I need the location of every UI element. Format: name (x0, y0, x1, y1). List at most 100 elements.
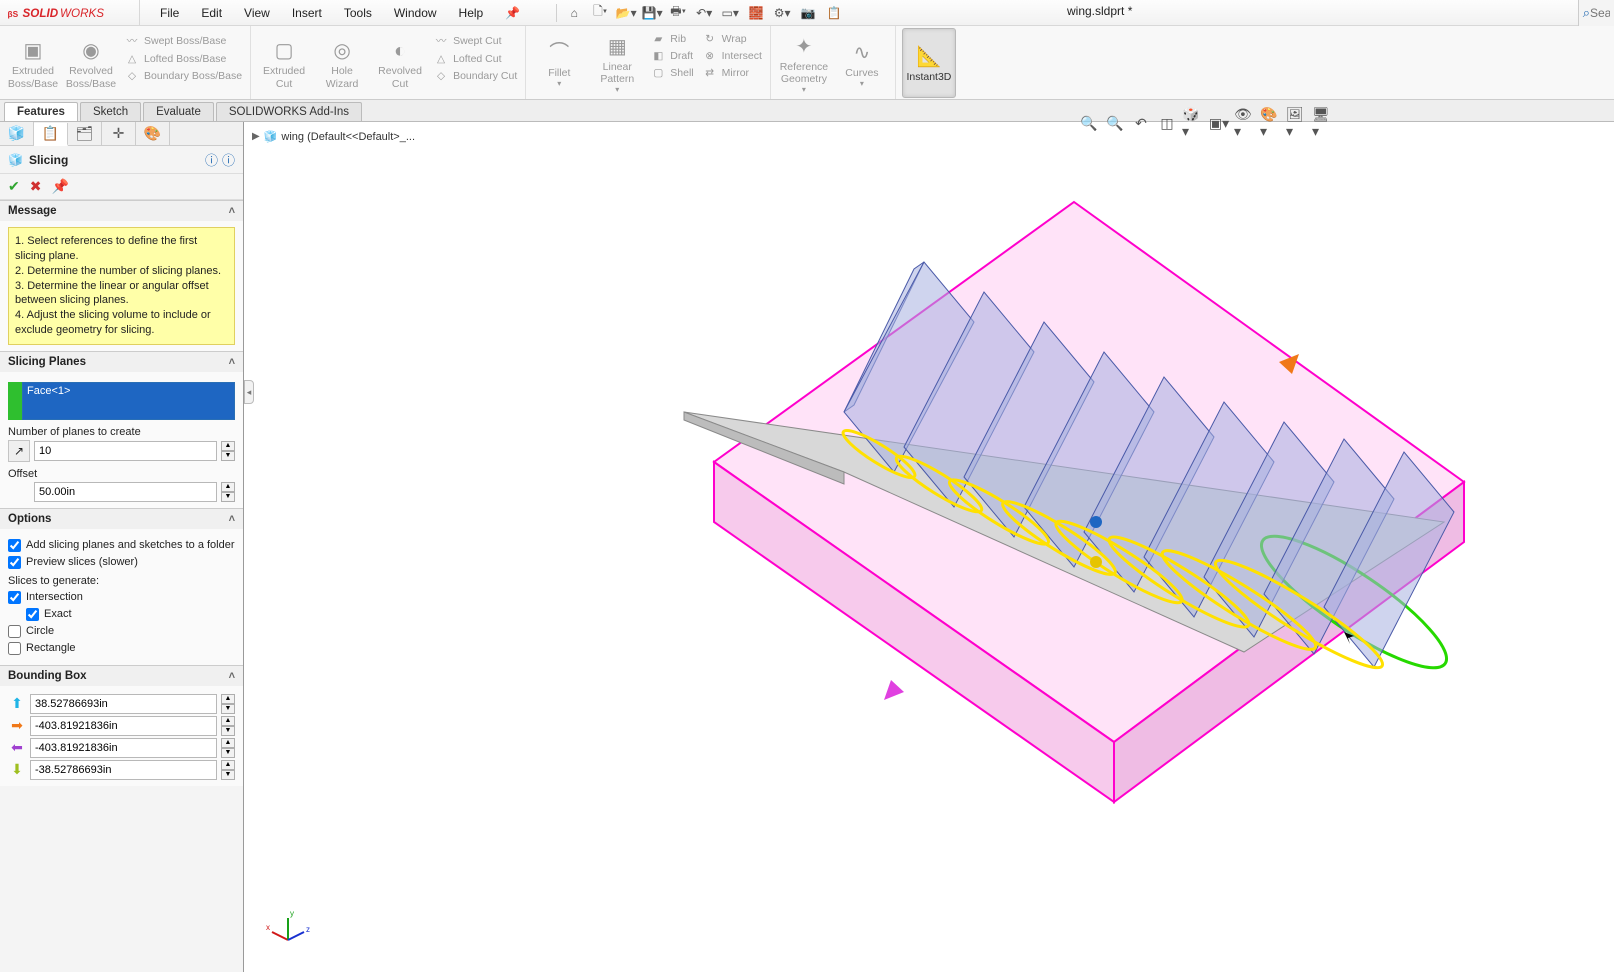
save-icon[interactable]: 💾▾ (641, 2, 663, 24)
zoom-area-icon[interactable]: 🔍 (1104, 112, 1126, 134)
chevron-up-icon[interactable]: ˄ (229, 670, 235, 682)
preview-slices-checkbox[interactable]: Preview slices (slower) (8, 556, 235, 569)
menu-window[interactable]: Window (384, 2, 447, 24)
fillet-button[interactable]: ⌒Fillet▾ (532, 28, 586, 98)
property-manager-tab-icon[interactable]: 📋 (34, 123, 68, 146)
instant3d-button[interactable]: 📐Instant3D (902, 28, 956, 98)
spin-down-button[interactable]: ▼ (221, 451, 235, 461)
chevron-up-icon[interactable]: ˄ (229, 356, 235, 368)
slicing-plane-selection[interactable]: Face<1> (22, 382, 235, 420)
bbox-up-input[interactable] (30, 694, 217, 714)
spin-up-button[interactable]: ▲ (221, 441, 235, 451)
lofted-cut-button[interactable]: △Lofted Cut (431, 52, 519, 66)
spin-up-button[interactable]: ▲ (221, 694, 235, 704)
revolved-cut-button[interactable]: ◐Revolved Cut (373, 28, 427, 98)
section-view-icon[interactable]: ◫ (1156, 112, 1178, 134)
spin-down-button[interactable]: ▼ (221, 770, 235, 780)
swept-cut-button[interactable]: 〰Swept Cut (431, 32, 519, 49)
menu-pin-icon[interactable]: 📌 (495, 2, 530, 24)
chevron-up-icon[interactable]: ˄ (229, 205, 235, 217)
intersect-button[interactable]: ⊗Intersect (700, 49, 764, 63)
reference-geometry-button[interactable]: ✦Reference Geometry▾ (777, 28, 831, 98)
search-input[interactable] (1590, 6, 1610, 20)
chevron-up-icon[interactable]: ˄ (229, 513, 235, 525)
wrap-button[interactable]: ↻Wrap (700, 32, 764, 46)
display-style-icon[interactable]: ▣▾ (1208, 112, 1230, 134)
menu-insert[interactable]: Insert (282, 2, 332, 24)
rebuild-icon[interactable]: 🧱 (745, 2, 767, 24)
configuration-manager-tab-icon[interactable]: 🗂 (68, 122, 102, 145)
lofted-boss-button[interactable]: △Lofted Boss/Base (122, 52, 244, 66)
swept-boss-button[interactable]: 〰Swept Boss/Base (122, 32, 244, 49)
feature-manager-tab-icon[interactable]: 🧊 (0, 122, 34, 145)
extruded-cut-button[interactable]: ▢Extruded Cut (257, 28, 311, 98)
tab-sketch[interactable]: Sketch (80, 102, 141, 121)
open-icon[interactable]: 📂▾ (615, 2, 637, 24)
edit-appearance-icon[interactable]: 🎨▾ (1260, 112, 1282, 134)
bbox-down-input[interactable] (30, 760, 217, 780)
graphics-viewport[interactable]: ▶ 🧊 wing (Default<<Default>_... 🔍 🔍 ↶ ◫ … (244, 122, 1614, 972)
clipboard-icon[interactable]: 📋 (823, 2, 845, 24)
tab-features[interactable]: Features (4, 102, 78, 121)
spin-down-button[interactable]: ▼ (221, 492, 235, 502)
select-icon[interactable]: ▭▾ (719, 2, 741, 24)
view-orientation-icon[interactable]: 🎲▾ (1182, 112, 1204, 134)
spin-up-button[interactable]: ▲ (221, 760, 235, 770)
hole-wizard-button[interactable]: ◎Hole Wizard (315, 28, 369, 98)
options-icon[interactable]: ⚙▾ (771, 2, 793, 24)
menu-edit[interactable]: Edit (191, 2, 232, 24)
menu-file[interactable]: File (150, 2, 189, 24)
view-settings-icon[interactable]: 🖥▾ (1312, 112, 1334, 134)
spin-up-button[interactable]: ▲ (221, 738, 235, 748)
apply-scene-icon[interactable]: 🖼▾ (1286, 112, 1308, 134)
rib-button[interactable]: ▰Rib (648, 32, 695, 46)
bbox-right-input[interactable] (30, 716, 217, 736)
boundary-boss-button[interactable]: ◇Boundary Boss/Base (122, 69, 244, 83)
num-planes-input[interactable] (34, 441, 217, 461)
previous-view-icon[interactable]: ↶ (1130, 112, 1152, 134)
menu-tools[interactable]: Tools (334, 2, 382, 24)
menu-view[interactable]: View (234, 2, 280, 24)
search-box[interactable]: ⌕ (1578, 0, 1614, 26)
shell-button[interactable]: ▢Shell (648, 66, 695, 80)
pm-ok-button[interactable]: ✔ (8, 178, 20, 195)
spin-down-button[interactable]: ▼ (221, 726, 235, 736)
spin-down-button[interactable]: ▼ (221, 704, 235, 714)
zoom-fit-icon[interactable]: 🔍 (1078, 112, 1100, 134)
breadcrumb[interactable]: ▶ 🧊 wing (Default<<Default>_... (252, 130, 415, 143)
curves-button[interactable]: ∿Curves▾ (835, 28, 889, 98)
boundary-cut-button[interactable]: ◇Boundary Cut (431, 69, 519, 83)
spin-down-button[interactable]: ▼ (221, 748, 235, 758)
home-icon[interactable]: ⌂ (563, 2, 585, 24)
orientation-triad[interactable]: x y z (264, 906, 312, 954)
circle-checkbox[interactable]: Circle (8, 625, 235, 638)
bbox-left-input[interactable] (30, 738, 217, 758)
menu-help[interactable]: Help (449, 2, 494, 24)
reverse-direction-icon[interactable]: ↗ (8, 440, 30, 462)
revolved-boss-button[interactable]: ◉Revolved Boss/Base (64, 28, 118, 98)
spin-up-button[interactable]: ▲ (221, 482, 235, 492)
capture-icon[interactable]: 📷 (797, 2, 819, 24)
expand-tree-icon[interactable]: ▶ (252, 131, 260, 142)
tab-evaluate[interactable]: Evaluate (143, 102, 214, 121)
pm-cancel-button[interactable]: ✖ (30, 178, 42, 195)
pm-help-icon[interactable]: ⓘ (222, 150, 235, 169)
panel-splitter[interactable]: ◂ (244, 380, 254, 404)
pm-pushpin-icon[interactable]: 📌 (51, 178, 68, 195)
rectangle-checkbox[interactable]: Rectangle (8, 642, 235, 655)
print-icon[interactable]: 🖶▾ (667, 2, 689, 24)
hide-show-icon[interactable]: 👁▾ (1234, 112, 1256, 134)
new-doc-icon[interactable]: 🗋▾ (589, 2, 611, 24)
mirror-button[interactable]: ⇄Mirror (700, 66, 764, 80)
display-manager-tab-icon[interactable]: 🎨 (136, 122, 170, 145)
undo-icon[interactable]: ↶▾ (693, 2, 715, 24)
offset-input[interactable] (34, 482, 217, 502)
linear-pattern-button[interactable]: ▦Linear Pattern▾ (590, 28, 644, 98)
pm-help-detailed-icon[interactable]: ⓘ (205, 150, 218, 169)
exact-checkbox[interactable]: Exact (26, 608, 235, 621)
spin-up-button[interactable]: ▲ (221, 716, 235, 726)
dimxpert-tab-icon[interactable]: ✛ (102, 122, 136, 145)
intersection-checkbox[interactable]: Intersection (8, 591, 235, 604)
tab-addins[interactable]: SOLIDWORKS Add-Ins (216, 102, 362, 121)
extruded-boss-button[interactable]: ▣Extruded Boss/Base (6, 28, 60, 98)
